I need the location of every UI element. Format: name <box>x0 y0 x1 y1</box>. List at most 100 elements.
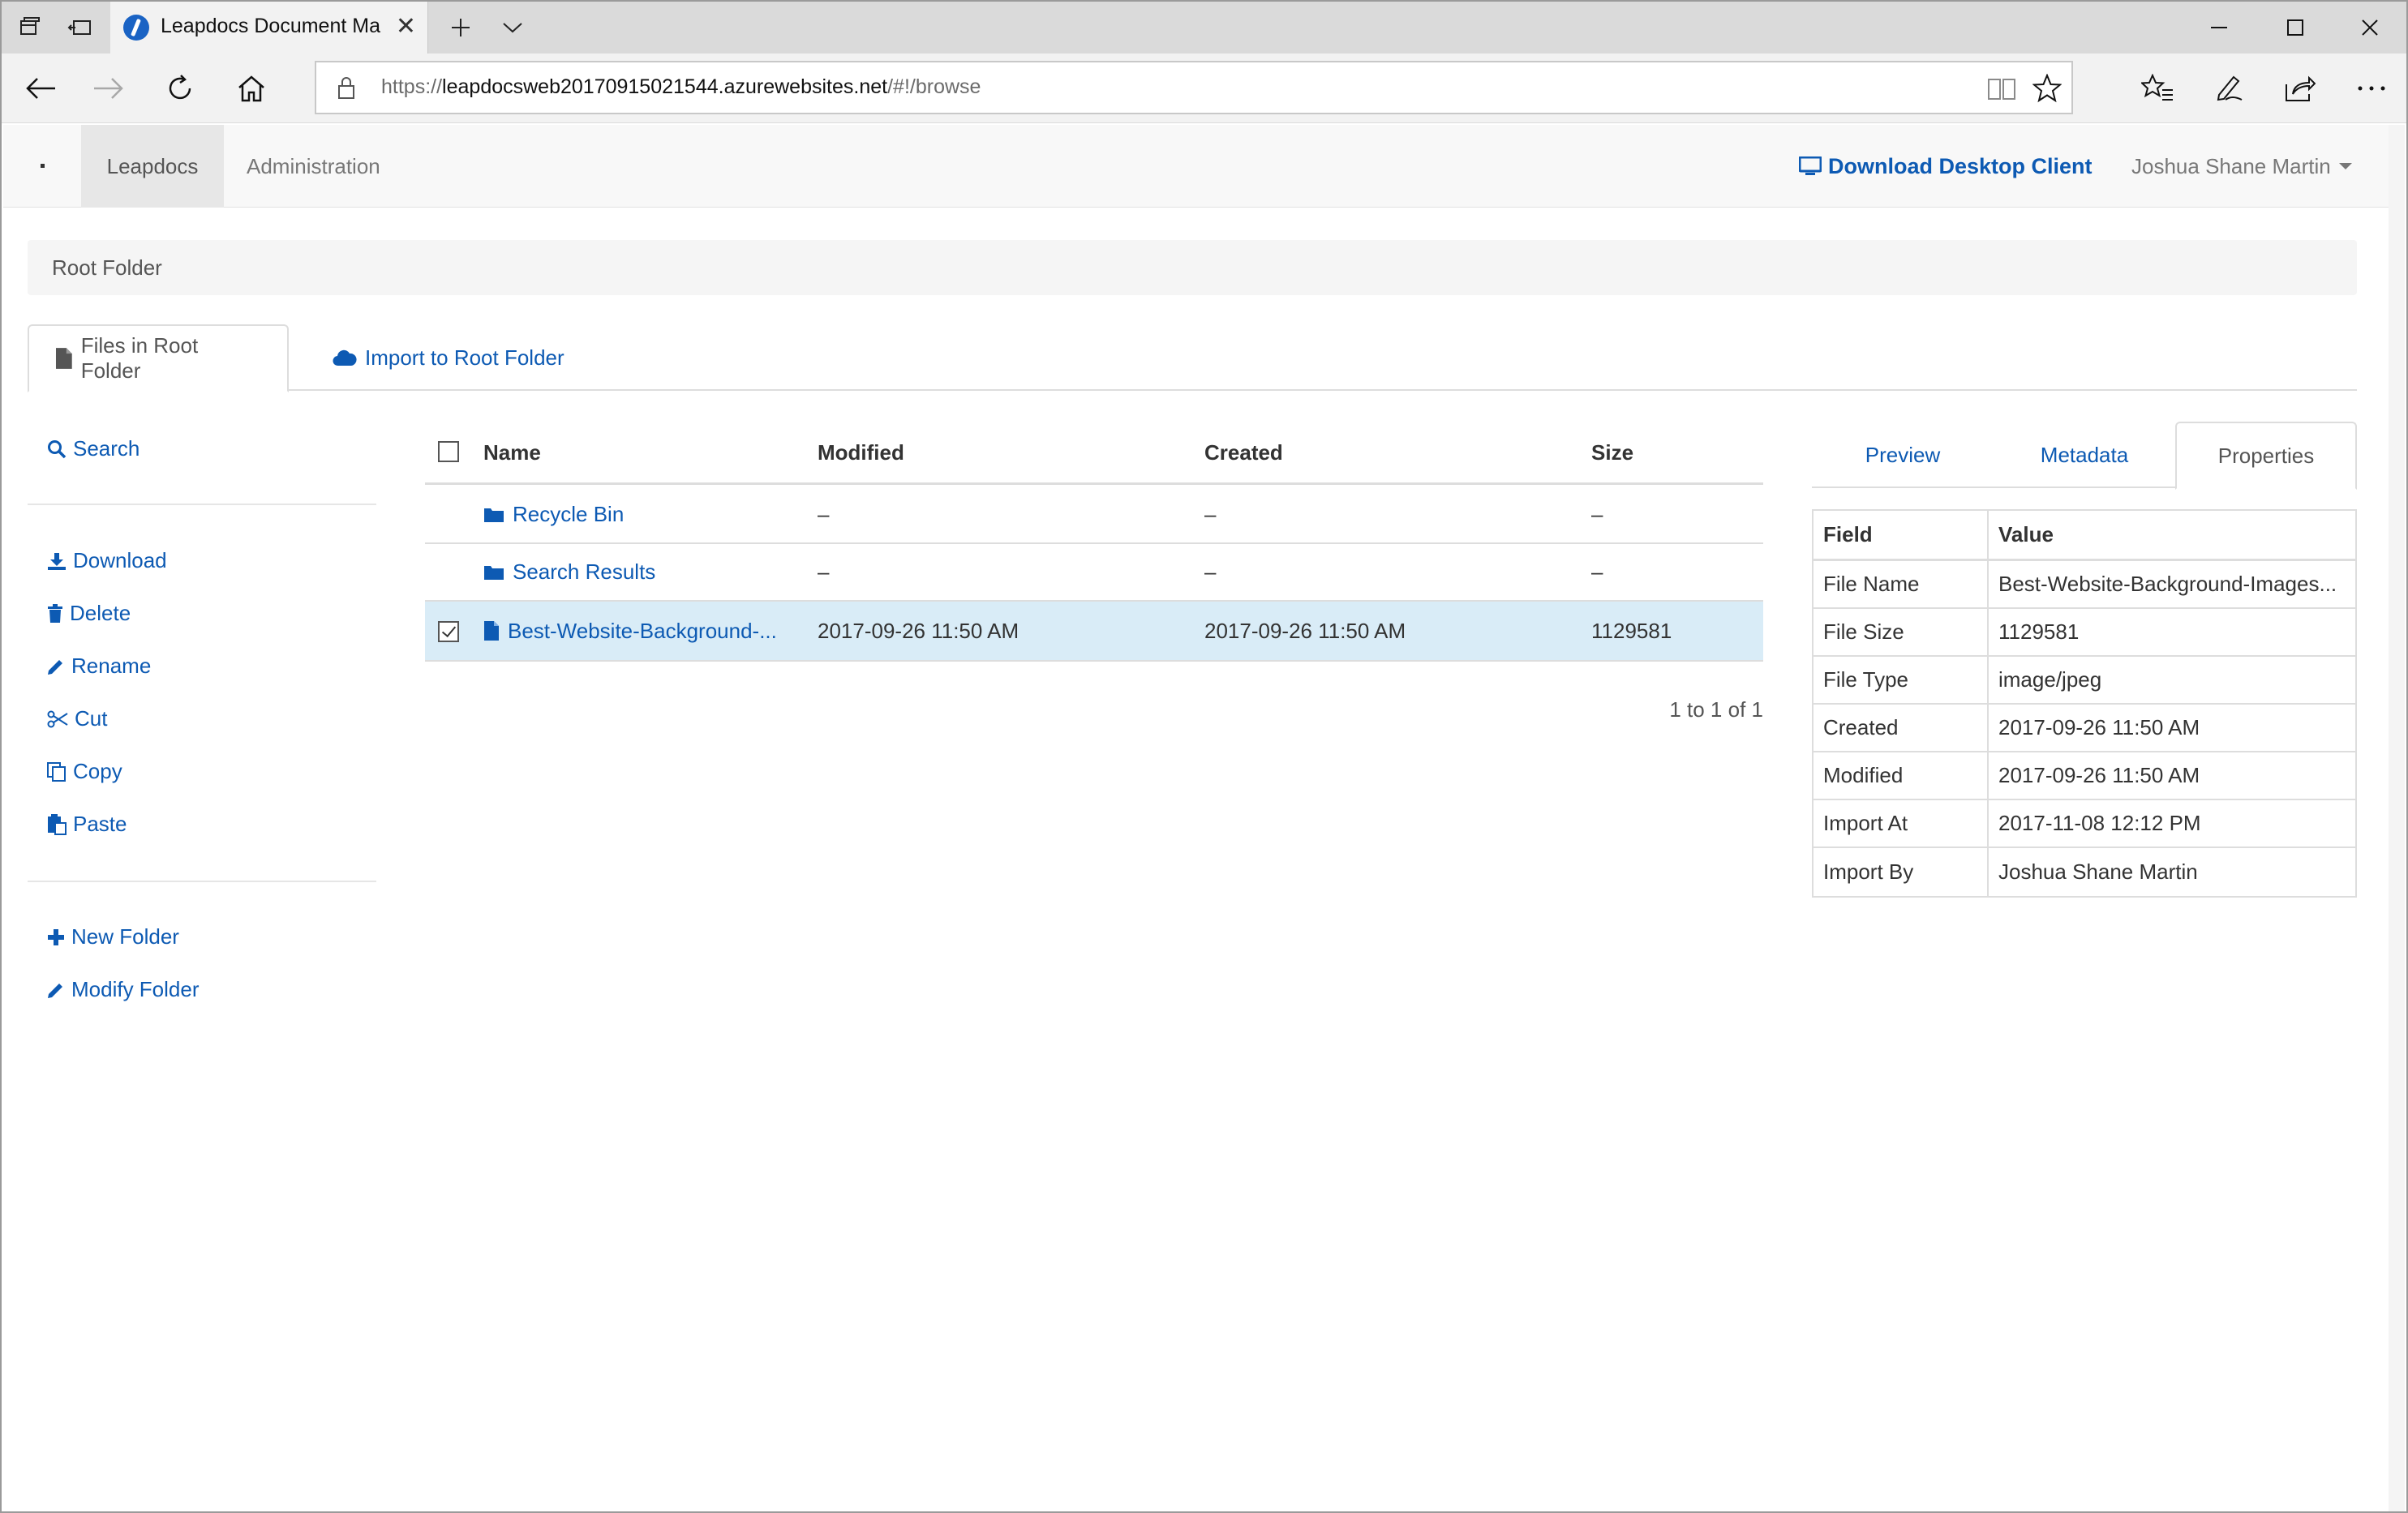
nav-administration[interactable]: Administration <box>247 125 380 208</box>
tab-set-aside-icon[interactable] <box>13 11 45 44</box>
close-window-icon[interactable] <box>2354 13 2386 42</box>
more-options-icon[interactable] <box>2352 71 2391 106</box>
property-value: 1129581 <box>1998 619 2080 644</box>
browser-toolbar: https://leapdocsweb20170915021544.azurew… <box>2 54 2406 123</box>
property-field: Created <box>1814 705 1989 751</box>
tab-files-in-root-folder[interactable]: Files in Root Folder <box>28 324 289 392</box>
column-header-created[interactable]: Created <box>1204 423 1561 482</box>
breadcrumb: Root Folder <box>28 240 2357 295</box>
file-icon <box>55 348 72 369</box>
tab-import-label: Import to Root Folder <box>365 345 564 370</box>
rename-label: Rename <box>71 654 152 678</box>
browser-tab[interactable]: Leapdocs Document Ma ✕ <box>110 2 428 54</box>
back-arrow-icon[interactable] <box>21 71 60 106</box>
property-field: Import At <box>1814 800 1989 847</box>
divider <box>28 881 376 882</box>
scissors-icon <box>47 710 68 727</box>
folder-name-link[interactable]: Recycle Bin <box>513 502 624 527</box>
vertical-scrollbar[interactable] <box>2389 125 2405 1511</box>
property-field: Import By <box>1814 848 1989 896</box>
cut-label: Cut <box>75 706 108 731</box>
url-text: https://leapdocsweb20170915021544.azurew… <box>381 75 981 99</box>
column-header-modified[interactable]: Modified <box>818 423 1174 482</box>
address-bar[interactable]: https://leapdocsweb20170915021544.azurew… <box>315 61 2073 114</box>
desktop-monitor-icon <box>1799 156 1822 175</box>
modify-folder-label: Modify Folder <box>71 977 200 1001</box>
properties-table: Field Value File Name Best-Website-Backg… <box>1812 509 2357 898</box>
favorite-star-icon[interactable] <box>2032 74 2062 103</box>
folder-name-link[interactable]: Search Results <box>513 559 655 585</box>
table-row-selected[interactable]: Best-Website-Background-... 2017-09-26 1… <box>425 602 1763 662</box>
select-all-checkbox[interactable] <box>438 441 459 462</box>
caret-down-icon <box>2338 163 2352 169</box>
title-bar: Leapdocs Document Ma ✕ <box>2 2 2406 54</box>
property-field: Modified <box>1814 752 1989 799</box>
column-header-field: Field <box>1814 511 1989 559</box>
created-cell: 2017-09-26 11:50 AM <box>1204 618 1406 643</box>
table-row[interactable]: Search Results – – – <box>425 544 1763 602</box>
download-desktop-client-link[interactable]: Download Desktop Client <box>1799 125 2093 208</box>
plus-icon <box>48 928 64 945</box>
tab-title: Leapdocs Document Ma <box>161 15 380 37</box>
reading-view-icon[interactable] <box>1987 74 2016 103</box>
property-row: Modified 2017-09-26 11:50 AM <box>1814 752 2355 800</box>
user-menu[interactable]: Joshua Shane Martin <box>2131 125 2352 208</box>
tab-import-to-root-folder[interactable]: Import to Root Folder <box>307 324 590 391</box>
copy-action[interactable]: Copy <box>47 759 122 784</box>
column-header-size[interactable]: Size <box>1591 423 1753 482</box>
folder-icon <box>484 565 504 580</box>
new-folder-label: New Folder <box>71 924 179 949</box>
search-action[interactable]: Search <box>47 436 140 461</box>
new-folder-action[interactable]: New Folder <box>47 924 179 949</box>
table-row[interactable]: Recycle Bin – – – <box>425 486 1763 544</box>
maximize-icon[interactable] <box>2279 13 2311 42</box>
minimize-icon[interactable] <box>2203 13 2235 42</box>
share-icon[interactable] <box>2281 71 2320 106</box>
web-note-pen-icon[interactable] <box>2209 71 2248 106</box>
forward-arrow-icon[interactable] <box>89 71 128 106</box>
delete-action[interactable]: Delete <box>47 601 131 626</box>
property-value: Best-Website-Background-Images... <box>1998 572 2337 596</box>
url-host: leapdocsweb20170915021544.azurewebsites.… <box>442 75 888 98</box>
property-value: 2017-09-26 11:50 AM <box>1998 715 2200 739</box>
home-icon[interactable] <box>232 71 271 106</box>
tab-preview-chevron-down-icon[interactable] <box>496 11 529 44</box>
download-desktop-client-label: Download Desktop Client <box>1828 153 2093 178</box>
rename-action[interactable]: Rename <box>47 654 151 679</box>
search-label: Search <box>73 436 140 461</box>
show-tabs-icon[interactable] <box>63 11 96 44</box>
new-tab-icon[interactable] <box>444 11 477 44</box>
tab-metadata[interactable]: Metadata <box>1994 422 2175 488</box>
refresh-icon[interactable] <box>161 71 200 106</box>
name-cell: Best-Website-Background-... <box>483 602 808 660</box>
modified-cell: 2017-09-26 11:50 AM <box>818 618 1019 643</box>
property-field: File Size <box>1814 609 1989 655</box>
download-action[interactable]: Download <box>47 548 167 573</box>
row-checkbox[interactable] <box>438 621 459 642</box>
property-value: 2017-09-26 11:50 AM <box>1998 763 2200 787</box>
file-name-link[interactable]: Best-Website-Background-... <box>508 619 777 644</box>
brand-logo[interactable] <box>41 164 45 168</box>
cut-action[interactable]: Cut <box>47 706 107 731</box>
properties-header: Field Value <box>1814 511 2355 561</box>
property-row: Import At 2017-11-08 12:12 PM <box>1814 800 2355 848</box>
copy-icon <box>47 761 66 782</box>
favorites-hub-icon[interactable] <box>2138 71 2177 106</box>
property-row: File Type image/jpeg <box>1814 657 2355 705</box>
modify-folder-action[interactable]: Modify Folder <box>47 977 200 1002</box>
paste-action[interactable]: Paste <box>47 812 127 837</box>
property-value: image/jpeg <box>1998 667 2102 692</box>
close-tab-icon[interactable]: ✕ <box>396 15 416 39</box>
nav-leapdocs[interactable]: Leapdocs <box>81 125 224 208</box>
detail-tabs: Preview Metadata Properties <box>1812 422 2357 490</box>
grid-header: Name Modified Created Size <box>425 423 1763 485</box>
property-value: Joshua Shane Martin <box>1998 859 2198 884</box>
pagination-summary: 1 to 1 of 1 <box>1669 697 1763 722</box>
leapdocs-favicon-icon <box>123 15 149 41</box>
row-select-cell <box>425 602 474 660</box>
column-header-name[interactable]: Name <box>483 423 743 482</box>
tab-preview[interactable]: Preview <box>1812 422 1994 488</box>
tab-properties[interactable]: Properties <box>2175 422 2357 490</box>
copy-label: Copy <box>73 759 122 783</box>
size-cell: – <box>1591 502 1603 526</box>
